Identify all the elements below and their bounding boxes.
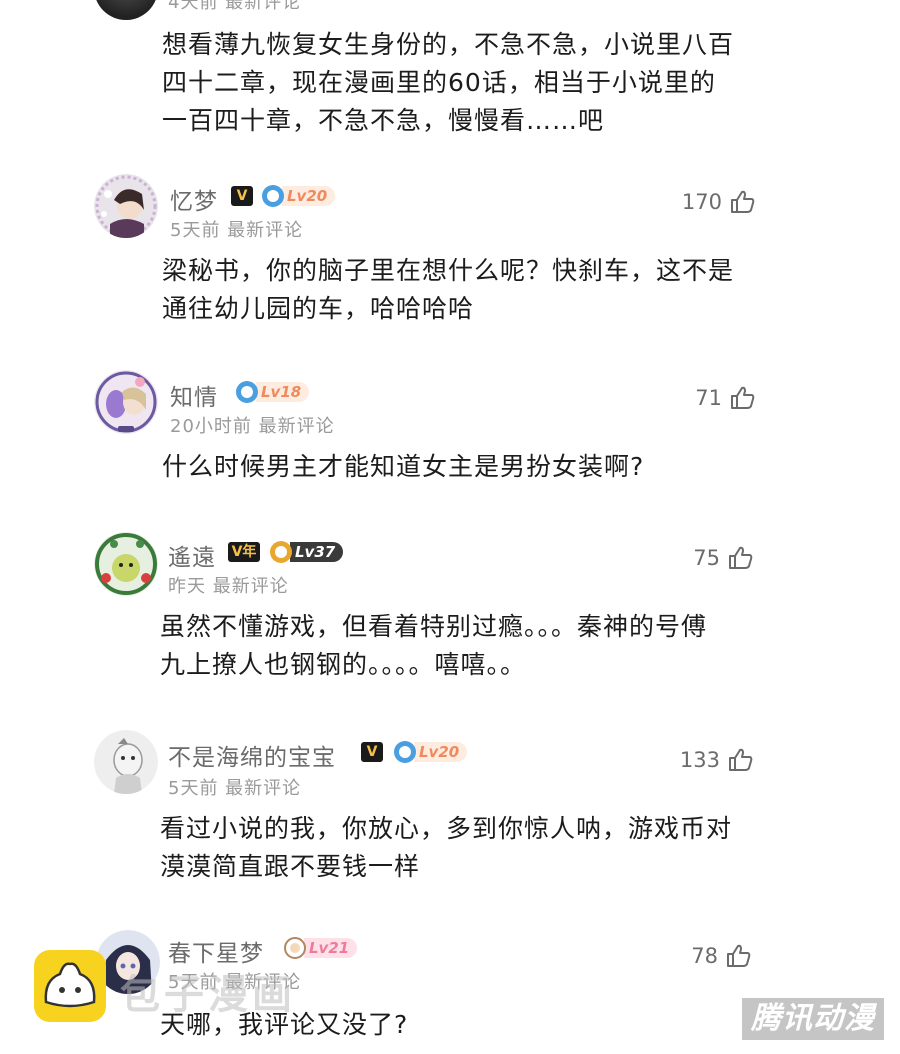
level-badge: Lv37 — [270, 541, 344, 563]
level-badge: Lv20 — [262, 185, 336, 207]
avatar[interactable] — [94, 0, 158, 20]
username[interactable]: 知情 — [170, 378, 218, 412]
watermark-right-text: 腾讯动漫 — [742, 998, 884, 1040]
thumbs-up-icon — [730, 386, 756, 410]
like-button[interactable]: 78 — [691, 944, 752, 968]
level-icon — [262, 185, 284, 207]
username[interactable]: 不是海绵的宝宝 — [168, 738, 336, 772]
like-count: 75 — [693, 546, 720, 570]
level-icon — [394, 741, 416, 763]
comment-meta: 4天前 最新评论 — [168, 0, 302, 13]
like-button[interactable]: 170 — [682, 190, 756, 214]
like-button[interactable]: 71 — [695, 386, 756, 410]
thumbs-up-icon — [728, 748, 754, 772]
watermark-left-text: 包子漫画 — [120, 972, 296, 1018]
thumbs-up-icon — [730, 190, 756, 214]
vip-badge: V — [361, 742, 383, 762]
username[interactable]: 忆梦 — [170, 182, 218, 216]
vip-badge: V年 — [228, 542, 260, 562]
level-badge: Lv21 — [284, 937, 358, 959]
watermark-logo — [34, 950, 106, 1022]
like-count: 170 — [681, 190, 722, 214]
thumbs-up-icon — [728, 546, 754, 570]
comment-text: 想看薄九恢复女生身份的，不急不急，小说里八百 四十二章，现在漫画里的60话，相当… — [162, 30, 735, 135]
thumbs-up-icon — [726, 944, 752, 968]
level-icon — [284, 937, 306, 959]
like-button[interactable]: 133 — [680, 748, 754, 772]
level-badge: Lv18 — [236, 381, 310, 403]
like-count: 133 — [679, 748, 720, 772]
like-count: 78 — [691, 944, 718, 968]
comment-text: 虽然不懂游戏，但看着特别过瘾。。。秦神的号傅 九上撩人也钢钢的。。。。嘻嘻。。 — [160, 612, 708, 679]
comment-meta: 5天前 最新评论 — [170, 220, 304, 241]
level-icon — [236, 381, 258, 403]
level-badge: Lv20 — [394, 741, 468, 763]
comment-meta: 5天前 最新评论 — [168, 778, 302, 799]
comment-meta: 20小时前 最新评论 — [170, 416, 335, 437]
like-count: 71 — [695, 386, 722, 410]
level-icon — [270, 541, 292, 563]
vip-badge: V — [231, 186, 253, 206]
avatar[interactable] — [94, 532, 158, 596]
like-button[interactable]: 75 — [693, 546, 754, 570]
username[interactable]: 遙遠 — [168, 538, 216, 572]
comment-text: 什么时候男主才能知道女主是男扮女装啊? — [162, 452, 645, 481]
avatar[interactable] — [94, 174, 158, 238]
comment-meta: 昨天 最新评论 — [168, 576, 289, 597]
avatar[interactable] — [94, 370, 158, 434]
comment-text: 看过小说的我，你放心，多到你惊人呐，游戏币对 漠漠简直跟不要钱一样 — [160, 814, 733, 881]
comment-text: 梁秘书，你的脑子里在想什么呢？快刹车，这不是 通往幼儿园的车，哈哈哈哈 — [162, 256, 735, 323]
avatar[interactable] — [94, 730, 158, 794]
